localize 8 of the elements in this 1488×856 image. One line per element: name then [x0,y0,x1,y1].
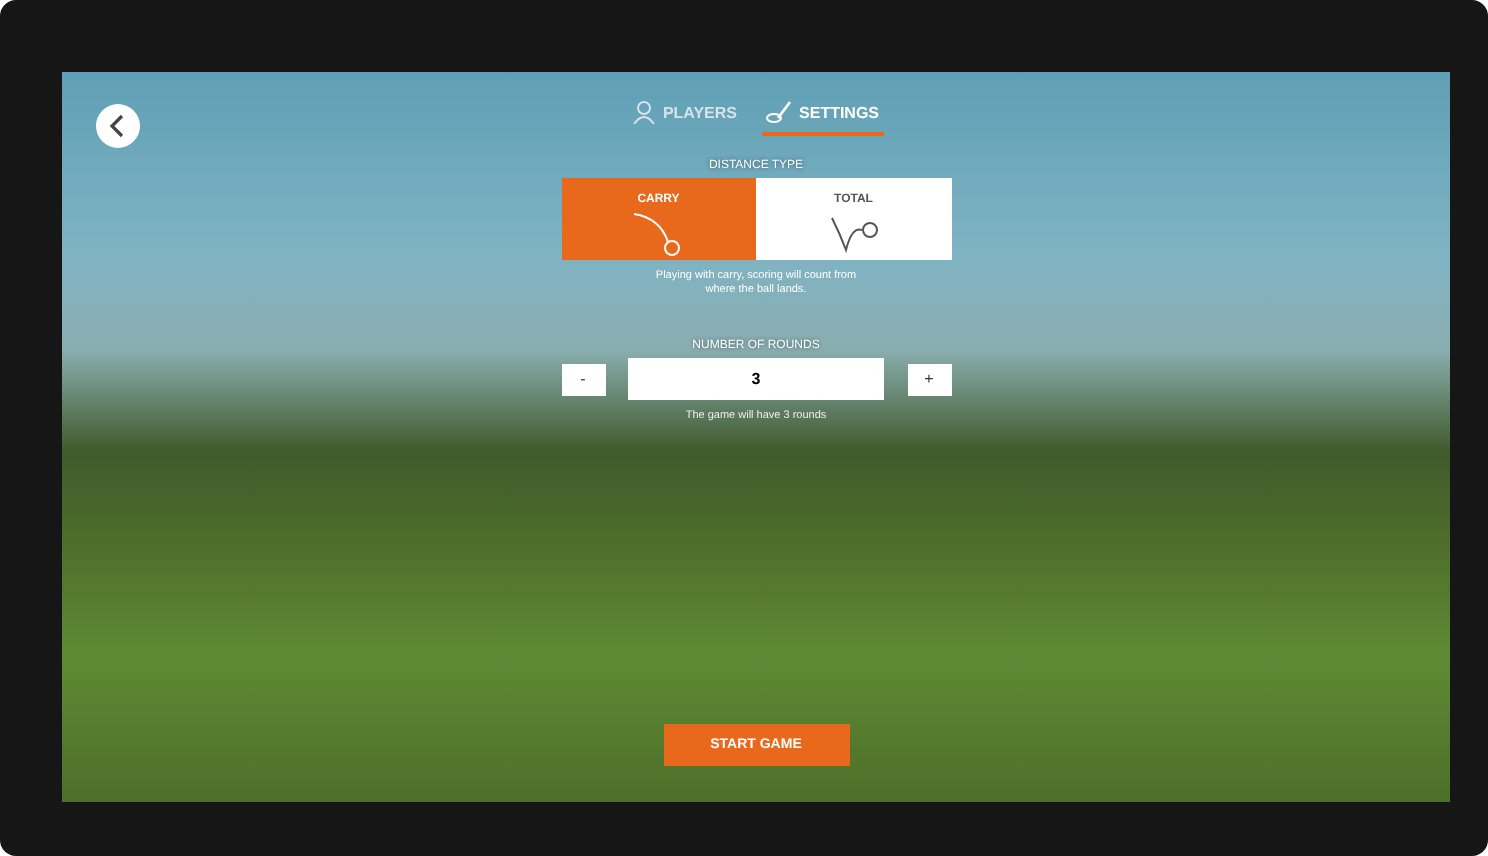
golf-club-icon [765,100,794,124]
decrement-button[interactable]: - [561,363,605,396]
rounds-field[interactable]: 3 [628,358,884,401]
person-icon [632,100,657,124]
increment-button[interactable]: + [907,363,951,396]
chevron-left-icon [108,114,128,138]
ball-flight-icon [632,210,685,258]
back-button[interactable] [96,104,140,148]
